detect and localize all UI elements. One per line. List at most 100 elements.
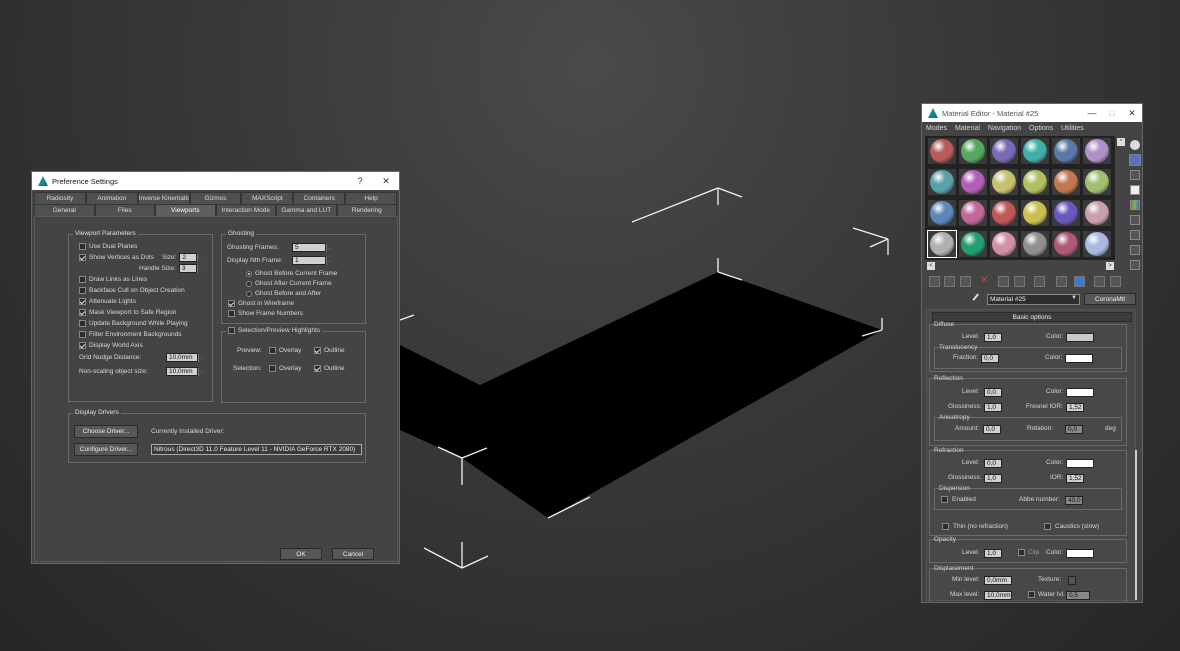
tab-files[interactable]: Files bbox=[94, 204, 155, 216]
tab-viewports[interactable]: Viewports bbox=[155, 204, 216, 216]
material-slot[interactable] bbox=[1052, 200, 1080, 226]
ghost-mode-radio[interactable] bbox=[246, 290, 252, 297]
reflection-glossiness-spinner[interactable]: 1,0 bbox=[984, 403, 1002, 412]
viewport-option-checkbox[interactable] bbox=[79, 276, 86, 283]
ghost-mode-row[interactable]: Ghost Before and After bbox=[246, 290, 321, 297]
go-to-parent-icon[interactable] bbox=[1094, 276, 1105, 287]
material-slot[interactable] bbox=[959, 138, 987, 164]
selection-overlay-checkbox[interactable] bbox=[269, 365, 276, 372]
tab-containers[interactable]: Containers bbox=[293, 192, 346, 204]
sample-uv-icon[interactable] bbox=[1130, 185, 1140, 195]
material-slot[interactable] bbox=[990, 231, 1018, 257]
ghost-mode-radio[interactable] bbox=[246, 270, 252, 277]
material-navigator-icon[interactable] bbox=[1130, 260, 1140, 270]
reflection-level-spinner[interactable]: 0,0 bbox=[984, 388, 1002, 397]
ghosting-frames-spinner[interactable]: 5 bbox=[292, 243, 332, 252]
tab-help[interactable]: Help bbox=[345, 192, 398, 204]
viewport-option-checkbox[interactable] bbox=[79, 331, 86, 338]
material-name-dropdown-icon[interactable]: ▼ bbox=[1071, 295, 1079, 304]
opacity-level-spinner[interactable]: 1,0 bbox=[984, 549, 1002, 558]
title-bar[interactable]: Preference Settings ? ✕ bbox=[32, 172, 399, 190]
material-slot[interactable] bbox=[959, 231, 987, 257]
rollout-scrollbar[interactable] bbox=[1135, 450, 1137, 600]
cancel-button[interactable]: Cancel bbox=[332, 548, 374, 560]
material-slot[interactable] bbox=[990, 169, 1018, 195]
put-to-scene-icon[interactable] bbox=[944, 276, 955, 287]
material-slot[interactable] bbox=[959, 169, 987, 195]
ghost-wireframe-checkbox[interactable] bbox=[228, 300, 235, 307]
viewport-option-checkbox[interactable] bbox=[79, 320, 86, 327]
refraction-color-swatch[interactable] bbox=[1066, 459, 1094, 468]
diffuse-level-spinner[interactable]: 1,0 bbox=[984, 333, 1002, 342]
title-bar[interactable]: Material Editor - Material #25 — □ ✕ bbox=[922, 104, 1142, 122]
material-slot[interactable] bbox=[1083, 169, 1111, 195]
reflection-color-swatch[interactable] bbox=[1066, 388, 1094, 397]
material-slot[interactable] bbox=[990, 138, 1018, 164]
tab-maxscript[interactable]: MAXScript bbox=[241, 192, 294, 204]
ok-button[interactable]: OK bbox=[280, 548, 322, 560]
clip-checkbox[interactable] bbox=[1018, 549, 1025, 556]
viewport-option-row[interactable]: Backface Cull on Object Creation bbox=[79, 287, 185, 294]
translucency-fraction-spinner[interactable]: 0,0 bbox=[981, 354, 999, 363]
material-slot[interactable] bbox=[928, 138, 956, 164]
menu-options[interactable]: Options bbox=[1029, 125, 1053, 133]
ghost-mode-row[interactable]: Ghost Before Current Frame bbox=[246, 270, 337, 277]
diffuse-color-swatch[interactable] bbox=[1066, 333, 1094, 342]
material-slot[interactable] bbox=[1083, 231, 1111, 257]
translucency-color-swatch[interactable] bbox=[1065, 354, 1093, 363]
assign-to-selection-icon[interactable] bbox=[960, 276, 971, 287]
tab-general[interactable]: General bbox=[34, 204, 95, 216]
selection-highlights-title[interactable]: Selection/Preview Highlights bbox=[226, 327, 323, 334]
material-name-field[interactable]: Material #25 bbox=[987, 294, 1080, 305]
tab-rendering[interactable]: Rendering bbox=[336, 204, 397, 216]
non-scaling-spinner[interactable]: 10,0mm bbox=[166, 367, 204, 376]
reset-map-icon[interactable]: ✕ bbox=[980, 276, 991, 287]
viewport-option-row[interactable]: Mask Viewport to Safe Region bbox=[79, 309, 176, 316]
tab-interaction-mode[interactable]: Interaction Mode bbox=[215, 204, 276, 216]
close-button[interactable]: ✕ bbox=[373, 176, 399, 187]
water-level-spinner[interactable]: 0,5 bbox=[1066, 591, 1090, 600]
material-slot[interactable] bbox=[990, 200, 1018, 226]
material-slot[interactable] bbox=[928, 200, 956, 226]
scroll-up-arrow[interactable]: ^ bbox=[1117, 138, 1125, 146]
material-slot[interactable] bbox=[1021, 138, 1049, 164]
tab-inverse-kinematics[interactable]: Inverse Kinematics bbox=[137, 192, 190, 204]
menu-modes[interactable]: Modes bbox=[926, 125, 947, 133]
menu-utilities[interactable]: Utilities bbox=[1061, 125, 1084, 133]
help-button[interactable]: ? bbox=[347, 176, 373, 186]
material-slot[interactable] bbox=[959, 200, 987, 226]
background-icon[interactable] bbox=[1130, 170, 1140, 180]
selection-outline-checkbox[interactable] bbox=[314, 365, 321, 372]
opacity-color-swatch[interactable] bbox=[1066, 549, 1094, 558]
viewport-option-checkbox[interactable] bbox=[79, 287, 86, 294]
close-button[interactable]: ✕ bbox=[1122, 108, 1142, 119]
abbe-number-spinner[interactable]: 40,0 bbox=[1065, 496, 1083, 505]
go-forward-icon[interactable] bbox=[1110, 276, 1121, 287]
tab-animation[interactable]: Animation bbox=[85, 192, 138, 204]
anisotropy-amount-spinner[interactable]: 0,0 bbox=[983, 425, 1001, 434]
material-slot[interactable] bbox=[1052, 138, 1080, 164]
grid-nudge-spinner[interactable]: 10,0mm bbox=[166, 353, 204, 362]
menu-material[interactable]: Material bbox=[955, 125, 980, 133]
handle-size-spinner[interactable]: 3 bbox=[178, 264, 203, 273]
thin-checkbox[interactable] bbox=[942, 523, 949, 530]
viewport-option-row[interactable]: Filter Environment Backgrounds bbox=[79, 331, 182, 338]
put-to-library-icon[interactable] bbox=[1014, 276, 1025, 287]
tab-radiosity[interactable]: Radiosity bbox=[34, 192, 86, 204]
texture-slot[interactable] bbox=[1068, 576, 1076, 585]
ghost-wireframe-row[interactable]: Ghost in Wireframe bbox=[228, 300, 294, 307]
viewport-option-checkbox[interactable] bbox=[79, 342, 86, 349]
viewport-option-checkbox[interactable] bbox=[79, 243, 86, 250]
video-color-icon[interactable] bbox=[1130, 200, 1140, 210]
eyedropper-icon[interactable] bbox=[972, 293, 984, 305]
material-slot[interactable] bbox=[1021, 231, 1049, 257]
material-slot[interactable] bbox=[1021, 169, 1049, 195]
caustics-checkbox[interactable] bbox=[1044, 523, 1051, 530]
tab-gizmos[interactable]: Gizmos bbox=[189, 192, 242, 204]
min-level-spinner[interactable]: 0,0mm bbox=[984, 576, 1012, 585]
max-level-spinner[interactable]: 10,0mm bbox=[984, 591, 1012, 600]
selection-highlights-checkbox[interactable] bbox=[228, 327, 235, 334]
anisotropy-rotation-spinner[interactable]: 0,0 bbox=[1065, 425, 1083, 434]
scroll-right-arrow[interactable]: > bbox=[1106, 262, 1114, 270]
preview-outline-checkbox[interactable] bbox=[314, 347, 321, 354]
